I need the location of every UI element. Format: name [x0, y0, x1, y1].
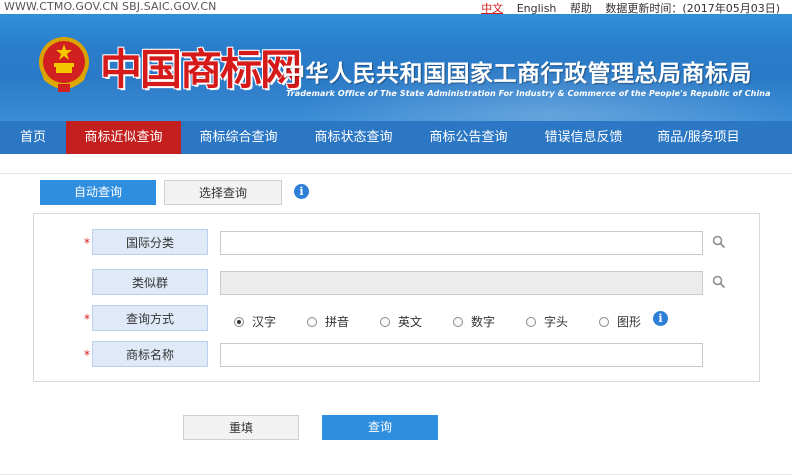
- required-mark: *: [84, 348, 90, 362]
- nav-item-announcement-search[interactable]: 商标公告查询: [411, 121, 526, 154]
- radio-button[interactable]: [307, 317, 317, 327]
- radio-graphic[interactable]: 图形: [599, 313, 641, 330]
- radio-initial[interactable]: 字头: [526, 313, 568, 330]
- reset-button[interactable]: 重填: [183, 415, 299, 440]
- radio-label: 数字: [471, 315, 496, 329]
- bureau-name-en: Trademark Office of The State Administra…: [286, 89, 771, 98]
- search-icon[interactable]: [712, 275, 726, 289]
- intl-class-input[interactable]: [220, 231, 703, 255]
- tab-auto-query[interactable]: 自动查询: [40, 180, 156, 205]
- required-mark: *: [84, 236, 90, 250]
- query-method-label: 查询方式: [92, 305, 208, 331]
- bureau-name: 中华人民共和国国家工商行政管理总局商标局: [282, 61, 752, 87]
- nav-item-error-feedback[interactable]: 错误信息反馈: [526, 121, 641, 154]
- radio-label: 图形: [617, 315, 642, 329]
- radio-pinyin[interactable]: 拼音: [307, 313, 349, 330]
- radio-hanzi[interactable]: 汉字: [234, 313, 276, 330]
- nav-item-similar-search[interactable]: 商标近似查询: [66, 121, 181, 154]
- info-icon[interactable]: i: [294, 184, 309, 199]
- site-urls: WWW.CTMO.GOV.CN SBJ.SAIC.GOV.CN: [4, 0, 217, 13]
- radio-button[interactable]: [234, 317, 244, 327]
- radio-button[interactable]: [380, 317, 390, 327]
- trademark-name-label: 商标名称: [92, 341, 208, 367]
- similar-group-label: 类似群: [92, 269, 208, 295]
- similar-group-input[interactable]: [220, 271, 703, 295]
- trademark-name-input[interactable]: [220, 343, 703, 367]
- search-icon[interactable]: [712, 235, 726, 249]
- query-button[interactable]: 查询: [322, 415, 438, 440]
- radio-button[interactable]: [453, 317, 463, 327]
- radio-number[interactable]: 数字: [453, 313, 495, 330]
- nav-item-home[interactable]: 首页: [0, 121, 66, 154]
- nav-item-comprehensive-search[interactable]: 商标综合查询: [181, 121, 296, 154]
- radio-button[interactable]: [526, 317, 536, 327]
- nav-item-status-search[interactable]: 商标状态查询: [296, 121, 411, 154]
- tab-select-query[interactable]: 选择查询: [164, 180, 282, 205]
- intl-class-label: 国际分类: [92, 229, 208, 255]
- header-banner: 中国商标网 中华人民共和国国家工商行政管理总局商标局 Trademark Off…: [0, 14, 792, 121]
- radio-label: 汉字: [252, 315, 277, 329]
- info-icon[interactable]: i: [653, 311, 668, 326]
- radio-button[interactable]: [599, 317, 609, 327]
- radio-english[interactable]: 英文: [380, 313, 422, 330]
- top-bar: WWW.CTMO.GOV.CN SBJ.SAIC.GOV.CN 中文 Engli…: [0, 0, 792, 15]
- nav-item-goods-services[interactable]: 商品/服务项目: [641, 121, 756, 154]
- required-mark: *: [84, 312, 90, 326]
- main-nav: 首页 商标近似查询 商标综合查询 商标状态查询 商标公告查询 错误信息反馈 商品…: [0, 121, 792, 154]
- radio-label: 拼音: [325, 315, 350, 329]
- radio-label: 字头: [544, 315, 569, 329]
- site-logo-text: 中国商标网: [100, 45, 302, 94]
- national-emblem-icon: [39, 37, 89, 92]
- radio-label: 英文: [398, 315, 423, 329]
